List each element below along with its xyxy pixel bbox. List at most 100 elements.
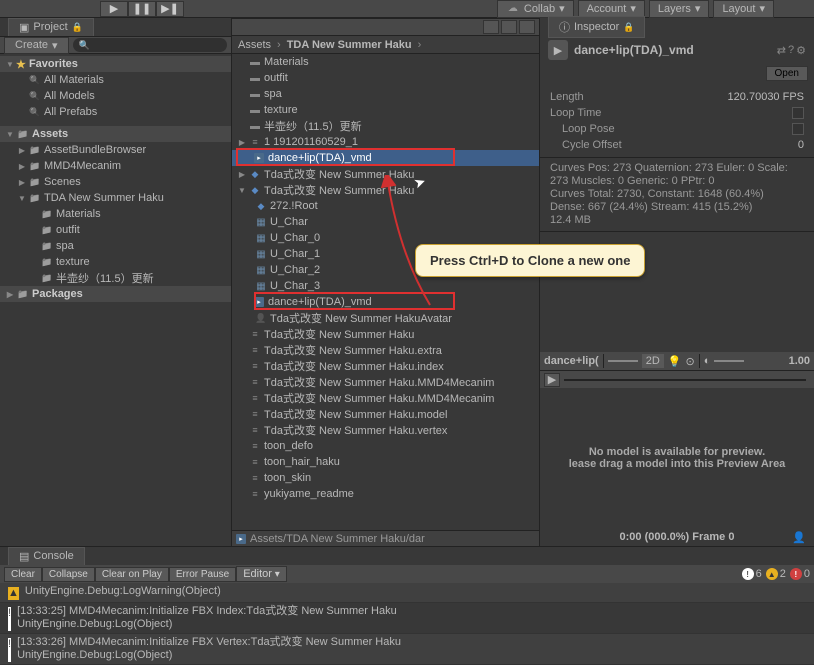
log-entry[interactable]: ![13:33:26] MMD4Mecanim:Initialize FBX V… (0, 634, 814, 665)
help-icon[interactable]: ? (788, 44, 794, 57)
preview-play-button[interactable]: ▶ (544, 373, 560, 387)
open-button[interactable]: Open (766, 66, 808, 81)
speed-slider[interactable] (714, 360, 744, 362)
favorites-header[interactable]: ▼★ Favorites (0, 56, 231, 72)
avatar-icon[interactable]: 👤 (792, 531, 806, 544)
list-item-selected[interactable]: dance+lip(TDA)_vmd (232, 150, 539, 166)
project-tree[interactable]: ▼★ Favorites All Materials All Models Al… (0, 54, 231, 546)
filter-icon[interactable] (483, 20, 499, 34)
folder-item[interactable]: ▶AssetBundleBrowser (0, 142, 231, 158)
pause-button[interactable]: ❚❚ (128, 1, 156, 17)
info-icon: ! (8, 638, 11, 662)
breadcrumb[interactable]: Assets › TDA New Summer Haku › (232, 36, 539, 54)
hidden-icon[interactable] (519, 20, 535, 34)
inspector-tab[interactable]: ⓘInspector🔒 (548, 16, 645, 38)
list-item[interactable]: toon_skin (232, 470, 539, 486)
assets-header[interactable]: ▼Assets (0, 126, 231, 142)
light-icon[interactable]: 💡 (668, 355, 682, 368)
clear-on-play-button[interactable]: Clear on Play (95, 567, 169, 582)
breadcrumb-folder[interactable]: TDA New Summer Haku (287, 39, 412, 51)
clear-button[interactable]: Clear (4, 567, 42, 582)
list-item[interactable]: Tda式改变 New Summer Haku (232, 326, 539, 342)
create-dropdown[interactable]: Create▾ (4, 37, 69, 54)
favorite-item[interactable]: All Materials (0, 72, 231, 88)
list-item[interactable]: spa (232, 86, 539, 102)
list-item[interactable]: Tda式改变 New Summer Haku.MMD4Mecanim (232, 374, 539, 390)
timeline-icon[interactable] (608, 360, 638, 362)
collab-dropdown[interactable]: ☁Collab▾ (497, 0, 574, 18)
ref-icon[interactable]: ⇄ (777, 44, 786, 57)
list-item[interactable]: Tda式改变 New Summer Haku.model (232, 406, 539, 422)
layers-dropdown[interactable]: Layers▾ (649, 0, 710, 18)
list-item[interactable]: Tda式改变 New Summer Haku.vertex (232, 422, 539, 438)
favorite-item[interactable]: All Prefabs (0, 104, 231, 120)
folder-icon (248, 88, 262, 100)
console-panel: ▤Console Clear Collapse Clear on Play Er… (0, 546, 814, 665)
info-count[interactable]: !6 (742, 568, 762, 580)
console-tab[interactable]: ▤Console (8, 547, 85, 566)
project-tab[interactable]: ▣Project🔒 (8, 18, 94, 37)
pivot-icon[interactable]: ⊙ (685, 355, 694, 368)
cycleoffset-value[interactable]: 0 (798, 139, 804, 151)
mesh-icon (254, 216, 268, 228)
favorite-item[interactable]: All Models (0, 88, 231, 104)
folder-item-tda[interactable]: ▼TDA New Summer Haku (0, 190, 231, 206)
list-item[interactable]: Tda式改变 New Summer Haku.index (232, 358, 539, 374)
folder-item[interactable]: texture (0, 254, 231, 270)
list-item[interactable]: toon_hair_haku (232, 454, 539, 470)
editor-dropdown[interactable]: Editor ▾ (236, 566, 287, 582)
packages-header[interactable]: ▶Packages (0, 286, 231, 302)
list-item[interactable]: ▶1 191201160529_1 (232, 134, 539, 150)
list-item[interactable]: U_Char_3 (232, 278, 539, 294)
list-item[interactable]: U_Char (232, 214, 539, 230)
list-item[interactable]: yukiyame_readme (232, 486, 539, 502)
console-log[interactable]: ▲UnityEngine.Debug:LogWarning(Object) ![… (0, 583, 814, 665)
folder-item[interactable]: ▶Scenes (0, 174, 231, 190)
folder-item[interactable]: Materials (0, 206, 231, 222)
lock-icon[interactable]: 🔒 (72, 22, 83, 33)
log-entry[interactable]: ▲UnityEngine.Debug:LogWarning(Object) (0, 583, 814, 603)
collapse-button[interactable]: Collapse (42, 567, 95, 582)
list-item[interactable]: outfit (232, 70, 539, 86)
looppose-checkbox[interactable] (792, 123, 804, 135)
account-dropdown[interactable]: Account▾ (578, 0, 645, 18)
preview-viewport[interactable]: No model is available for preview. lease… (540, 388, 814, 528)
folder-item[interactable]: spa (0, 238, 231, 254)
favorite-icon[interactable] (501, 20, 517, 34)
list-item[interactable]: ▶Tda式改变 New Summer Haku (232, 166, 539, 182)
log-entry[interactable]: ![13:33:25] MMD4Mecanim:Initialize FBX I… (0, 603, 814, 634)
folder-item[interactable]: 半壶纱（11.5）更新 (0, 270, 231, 286)
looptime-checkbox[interactable] (792, 107, 804, 119)
error-count[interactable]: !0 (790, 568, 810, 580)
folder-item[interactable]: outfit (0, 222, 231, 238)
list-item[interactable]: toon_defo (232, 438, 539, 454)
inspector-icon: ⓘ (559, 19, 570, 35)
file-list[interactable]: Materials outfit spa texture 半壶纱（11.5）更新… (232, 54, 539, 530)
list-item[interactable]: 272.!Root (232, 198, 539, 214)
step-button[interactable]: ▶❚ (156, 1, 184, 17)
settings-icon[interactable]: ⚙ (796, 44, 806, 57)
play-button[interactable]: ▶ (100, 1, 128, 17)
breadcrumb-root[interactable]: Assets (238, 39, 271, 51)
list-item[interactable]: texture (232, 102, 539, 118)
list-item[interactable]: Tda式改变 New Summer Haku.extra (232, 342, 539, 358)
view-2d-button[interactable]: 2D (642, 354, 664, 368)
lock-icon[interactable]: 🔒 (623, 22, 634, 33)
clip-stats: Curves Pos: 273 Quaternion: 273 Euler: 0… (540, 157, 814, 231)
list-item[interactable]: Tda式改变 New Summer Haku.MMD4Mecanim (232, 390, 539, 406)
preview-frame-info: 0:00 (000.0%) Frame 0 👤 (540, 528, 814, 546)
list-item[interactable]: ▼Tda式改变 New Summer Haku (232, 182, 539, 198)
layout-dropdown[interactable]: Layout▾ (713, 0, 774, 18)
list-item[interactable]: dance+lip(TDA)_vmd (232, 294, 539, 310)
list-item[interactable]: Materials (232, 54, 539, 70)
gizmo-icon[interactable]: ◐ (704, 355, 711, 367)
play-clip-button[interactable]: ▶ (548, 40, 568, 60)
error-pause-button[interactable]: Error Pause (169, 567, 236, 582)
list-item[interactable]: 半壶纱（11.5）更新 (232, 118, 539, 134)
folder-item[interactable]: ▶MMD4Mecanim (0, 158, 231, 174)
list-item[interactable]: Tda式改变 New Summer HakuAvatar (232, 310, 539, 326)
folder-icon (28, 144, 42, 156)
project-search-input[interactable]: 🔍 (73, 38, 227, 52)
warn-count[interactable]: ▲2 (766, 568, 786, 580)
preview-scrubber[interactable] (564, 379, 806, 381)
